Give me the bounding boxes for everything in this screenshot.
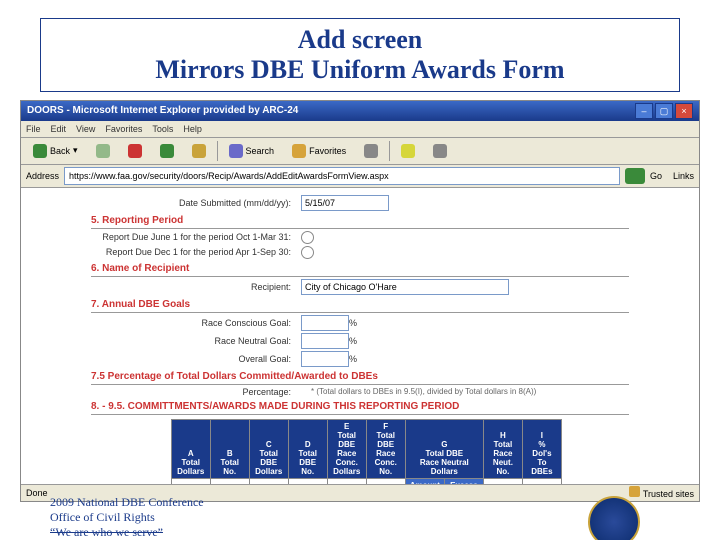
mail-button[interactable] (394, 140, 422, 162)
footer-line3: “We are who we serve” (50, 525, 204, 540)
overall-goal-label: Overall Goal: (31, 354, 301, 364)
race-neutral-label: Race Neutral Goal: (31, 336, 301, 346)
window-title: DOORS - Microsoft Internet Explorer prov… (27, 105, 298, 116)
search-icon (229, 144, 243, 158)
go-label: Go (650, 171, 662, 181)
col-c: CTotalDBEDollars (249, 419, 288, 478)
forward-button[interactable] (89, 140, 117, 162)
radio-jun[interactable] (301, 231, 314, 244)
percentage-label: Percentage: (31, 387, 301, 397)
toolbar: Back ▾ Search Favorites (21, 138, 699, 165)
home-button[interactable] (185, 140, 213, 162)
col-i: I%Dol'sToDBEs (522, 419, 561, 478)
stop-icon (128, 144, 142, 158)
star-icon (292, 144, 306, 158)
report-jun-label: Report Due June 1 for the period Oct 1-M… (31, 232, 301, 242)
col-g: GTotal DBERace NeutralDollars (405, 419, 483, 478)
menu-view[interactable]: View (76, 124, 95, 134)
maximize-button[interactable]: ▢ (655, 103, 673, 119)
date-submitted-input[interactable] (301, 195, 389, 211)
menu-favorites[interactable]: Favorites (105, 124, 142, 134)
print-button[interactable] (426, 140, 454, 162)
col-d: DTotalDBENo. (288, 419, 327, 478)
slide-title: Add screen Mirrors DBE Uniform Awards Fo… (40, 18, 680, 92)
col-e: ETotalDBERaceConc.Dollars (327, 419, 366, 478)
refresh-button[interactable] (153, 140, 181, 162)
history-button[interactable] (357, 140, 385, 162)
browser-window: DOORS - Microsoft Internet Explorer prov… (20, 100, 700, 502)
col-h: HTotalRaceNeut.No. (483, 419, 522, 478)
title-line1: Add screen (298, 25, 422, 54)
section-6-heading: 6. Name of Recipient (91, 263, 689, 274)
radio-dec[interactable] (301, 246, 314, 259)
recipient-input[interactable] (301, 279, 509, 295)
section-5-heading: 5. Reporting Period (91, 215, 689, 226)
menu-tools[interactable]: Tools (152, 124, 173, 134)
menu-file[interactable]: File (26, 124, 41, 134)
overall-goal-input[interactable] (301, 351, 349, 367)
search-button[interactable]: Search (222, 140, 282, 162)
race-conscious-label: Race Conscious Goal: (31, 318, 301, 328)
titlebar: DOORS - Microsoft Internet Explorer prov… (21, 101, 699, 121)
footer-text: 2009 National DBE Conference Office of C… (50, 495, 204, 540)
title-line2: Mirrors DBE Uniform Awards Form (155, 55, 564, 84)
mail-icon (401, 144, 415, 158)
go-button[interactable] (625, 168, 645, 184)
section-7-5-heading: 7.5 Percentage of Total Dollars Committe… (91, 371, 689, 382)
refresh-icon (160, 144, 174, 158)
agency-seal-icon (588, 496, 640, 540)
report-dec-label: Report Due Dec 1 for the period Apr 1-Se… (31, 247, 301, 257)
forward-icon (96, 144, 110, 158)
status-right: Trusted sites (643, 489, 694, 499)
address-input[interactable] (64, 167, 620, 185)
back-icon (33, 144, 47, 158)
favorites-button[interactable]: Favorites (285, 140, 353, 162)
home-icon (192, 144, 206, 158)
minimize-button[interactable]: – (635, 103, 653, 119)
back-button[interactable]: Back ▾ (26, 140, 85, 162)
section-8-heading: 8. - 9.5. COMMITTMENTS/AWARDS MADE DURIN… (91, 401, 689, 412)
race-conscious-input[interactable] (301, 315, 349, 331)
recipient-label: Recipient: (31, 282, 301, 292)
section-7-heading: 7. Annual DBE Goals (91, 299, 689, 310)
history-icon (364, 144, 378, 158)
page-content: Date Submitted (mm/dd/yy): 5. Reporting … (21, 188, 699, 502)
date-submitted-label: Date Submitted (mm/dd/yy): (31, 198, 301, 208)
close-button[interactable]: × (675, 103, 693, 119)
menu-help[interactable]: Help (183, 124, 202, 134)
status-left: Done (26, 488, 48, 498)
links-label: Links (673, 171, 694, 181)
col-a: ATotalDollars (171, 419, 210, 478)
menu-edit[interactable]: Edit (51, 124, 67, 134)
address-label: Address (26, 171, 59, 181)
menubar: File Edit View Favorites Tools Help (21, 121, 699, 138)
col-f: FTotalDBERaceConc.No. (366, 419, 405, 478)
footer-line2: Office of Civil Rights (50, 510, 204, 525)
print-icon (433, 144, 447, 158)
percentage-note: * (Total dollars to DBEs in 9.5(I), divi… (311, 387, 536, 396)
address-bar: Address Go Links (21, 165, 699, 188)
col-b: BTotalNo. (210, 419, 249, 478)
lock-icon (629, 486, 640, 497)
stop-button[interactable] (121, 140, 149, 162)
footer-line1: 2009 National DBE Conference (50, 495, 204, 510)
race-neutral-input[interactable] (301, 333, 349, 349)
